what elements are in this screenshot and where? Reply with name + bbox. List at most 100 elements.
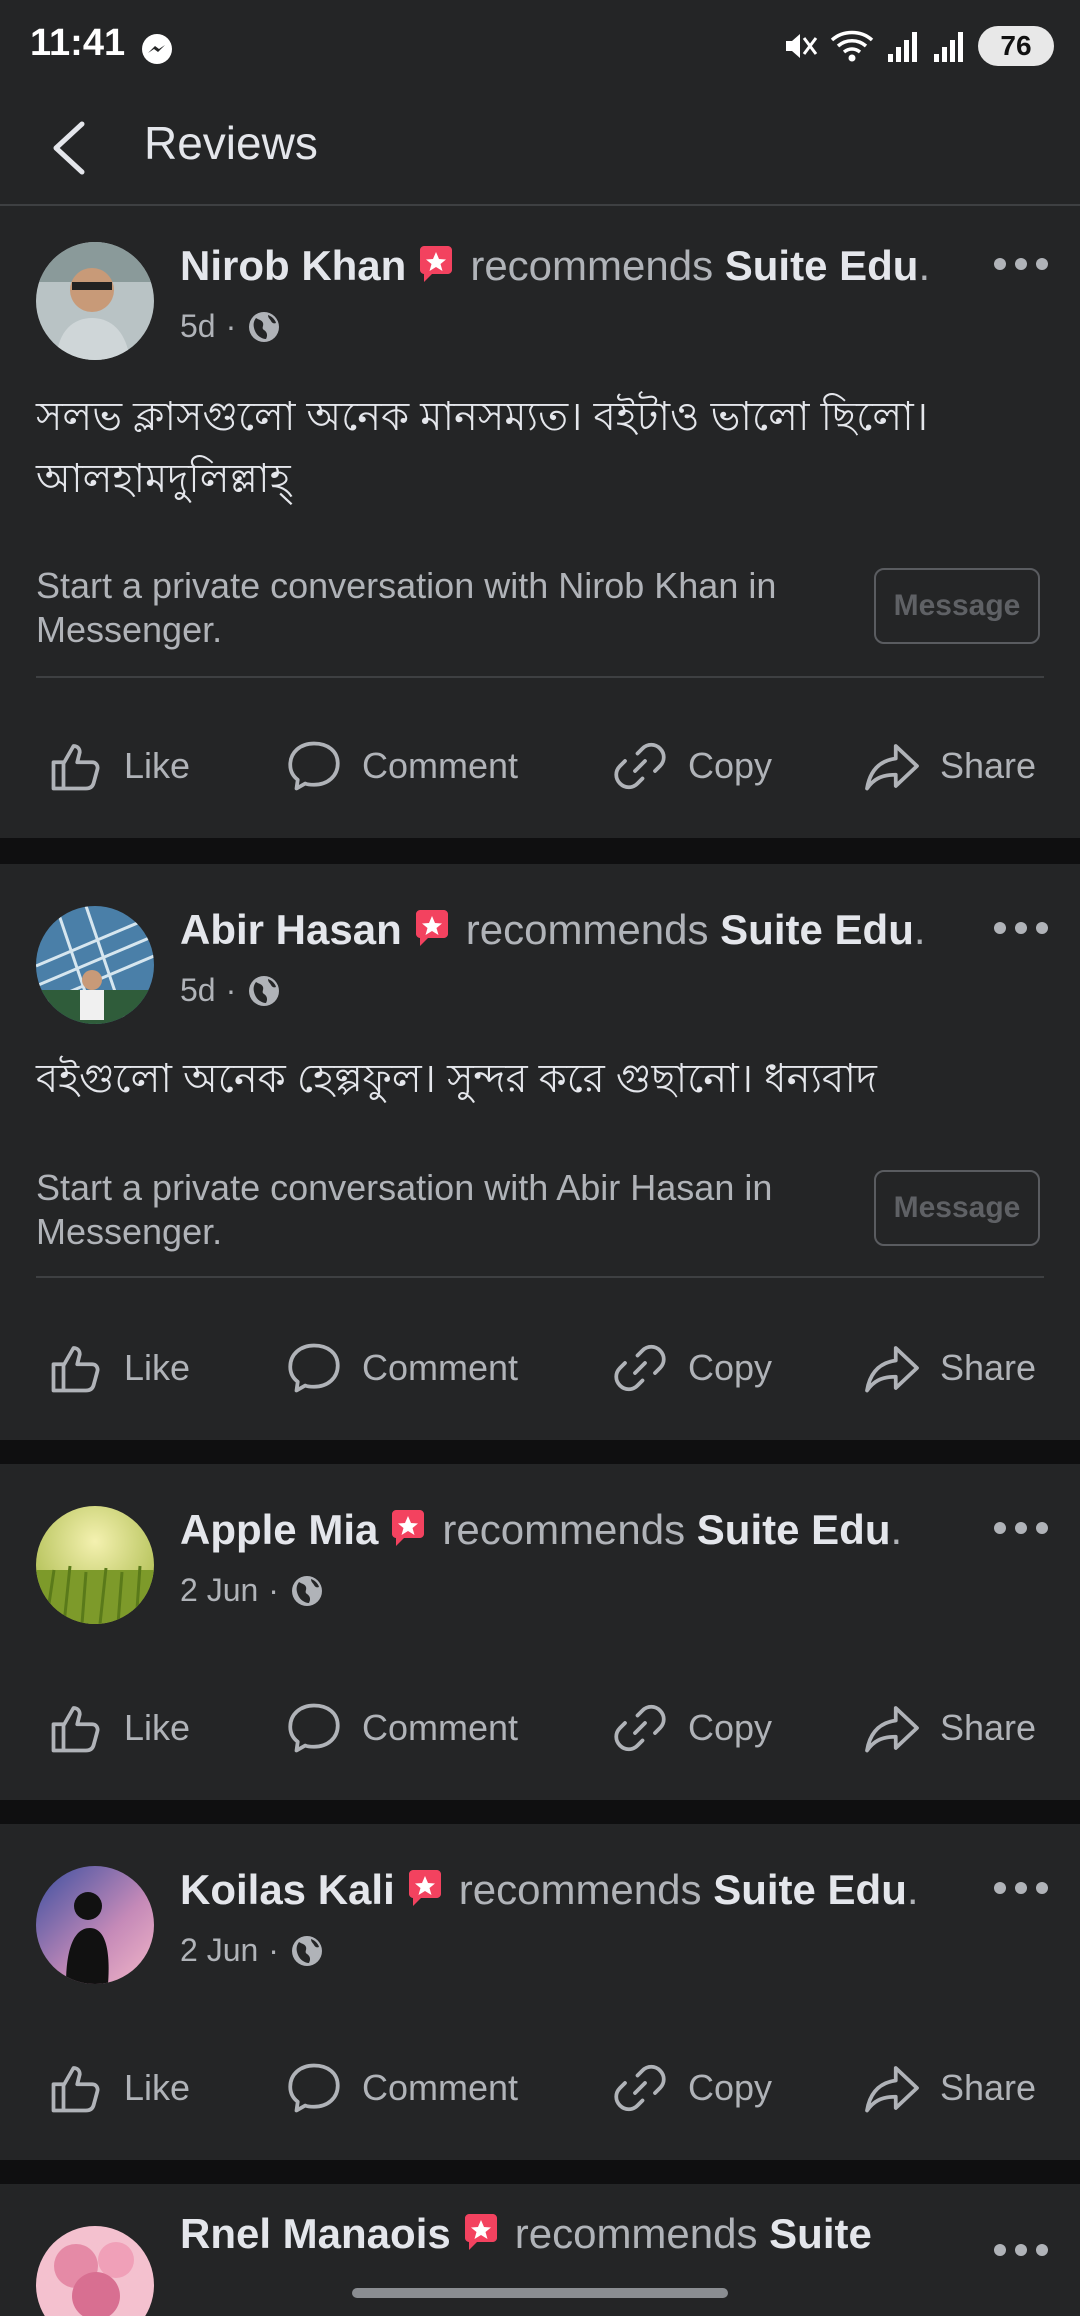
- share-label: Share: [940, 745, 1037, 786]
- page-title: Reviews: [144, 117, 318, 169]
- recommend-icon: [412, 908, 452, 948]
- reviewer-name[interactable]: Nirob Khan: [180, 242, 406, 289]
- more-options-icon[interactable]: [992, 918, 1050, 938]
- avatar[interactable]: [36, 2226, 154, 2316]
- globe-icon: [246, 309, 282, 345]
- battery-indicator: 76: [978, 26, 1054, 66]
- mute-icon: [786, 34, 818, 58]
- signal-2-icon: [934, 32, 963, 62]
- review-meta: 5d ·: [180, 308, 282, 345]
- share-button[interactable]: Share: [862, 726, 1036, 806]
- recommend-icon: [416, 244, 456, 284]
- share-label: Share: [940, 2067, 1037, 2108]
- share-icon: [862, 1698, 922, 1758]
- more-options-icon[interactable]: [992, 1518, 1050, 1538]
- recommend-icon: [388, 1508, 428, 1548]
- like-button[interactable]: Like: [46, 2048, 190, 2128]
- avatar[interactable]: [36, 242, 154, 360]
- message-button[interactable]: Message: [874, 1170, 1040, 1246]
- copy-button[interactable]: Copy: [610, 1328, 772, 1408]
- reviewer-name[interactable]: Koilas Kali: [180, 1866, 395, 1913]
- more-options-icon[interactable]: [992, 2240, 1050, 2260]
- review-time[interactable]: 5d: [180, 308, 216, 345]
- page-name[interactable]: Suite Edu: [713, 1866, 907, 1913]
- globe-icon: [246, 973, 282, 1009]
- avatar[interactable]: [36, 1506, 154, 1624]
- like-label: Like: [124, 1707, 191, 1748]
- copy-button[interactable]: Copy: [610, 1688, 772, 1768]
- action-bar: Like Comment Copy Share: [0, 726, 1080, 806]
- comment-button[interactable]: Comment: [284, 1328, 518, 1408]
- review-header: Apple Mia recommends Suite Edu.: [180, 1506, 903, 1553]
- action-bar: Like Comment Copy Share: [0, 1688, 1080, 1768]
- divider: [36, 676, 1044, 678]
- like-icon: [46, 1698, 106, 1758]
- copy-label: Copy: [688, 1707, 773, 1748]
- copy-button[interactable]: Copy: [610, 2048, 772, 2128]
- review-time[interactable]: 2 Jun: [180, 1572, 258, 1609]
- action-bar: Like Comment Copy Share: [0, 2048, 1080, 2128]
- messenger-icon: [142, 34, 172, 64]
- link-icon: [610, 1338, 670, 1398]
- globe-icon: [289, 1933, 325, 1969]
- app-bar: Reviews: [0, 96, 1080, 206]
- reviewer-name[interactable]: Rnel Manaois: [180, 2210, 451, 2257]
- comment-button[interactable]: Comment: [284, 726, 518, 806]
- avatar[interactable]: [36, 1866, 154, 1984]
- review-card: Abir Hasan recommends Suite Edu. 5d · বইগু…: [0, 864, 1080, 1440]
- comment-icon: [284, 736, 344, 796]
- like-button[interactable]: Like: [46, 1328, 190, 1408]
- comment-button[interactable]: Comment: [284, 2048, 518, 2128]
- share-label: Share: [940, 1707, 1037, 1748]
- review-time[interactable]: 5d: [180, 972, 216, 1009]
- review-header: Nirob Khan recommends Suite Edu.: [180, 242, 931, 289]
- like-label: Like: [124, 745, 191, 786]
- private-conversation-note: Start a private conversation with Nirob …: [36, 565, 777, 650]
- review-time[interactable]: 2 Jun: [180, 1932, 258, 1969]
- like-icon: [46, 2058, 106, 2118]
- wifi-icon: [830, 30, 874, 62]
- comment-icon: [284, 1338, 344, 1398]
- review-text: সলভ ক্লাসগুলো অনেক মানসম্যত। বইটাও ভালো …: [36, 395, 929, 501]
- page-name[interactable]: Suite Edu: [697, 1506, 891, 1553]
- avatar[interactable]: [36, 906, 154, 1024]
- home-indicator[interactable]: [352, 2288, 728, 2298]
- review-header: Rnel Manaois recommends Suite: [180, 2210, 872, 2258]
- recommends-label: recommends: [470, 242, 714, 289]
- recommend-icon: [405, 1868, 445, 1908]
- message-button[interactable]: Message: [874, 568, 1040, 644]
- recommends-label: recommends: [465, 906, 709, 953]
- copy-button[interactable]: Copy: [610, 726, 772, 806]
- comment-button[interactable]: Comment: [284, 1688, 518, 1768]
- share-button[interactable]: Share: [862, 2048, 1036, 2128]
- comment-label: Comment: [362, 1707, 519, 1748]
- recommends-label: recommends: [514, 2210, 758, 2257]
- copy-label: Copy: [688, 745, 773, 786]
- reviewer-name[interactable]: Apple Mia: [180, 1506, 378, 1553]
- like-button[interactable]: Like: [46, 1688, 190, 1768]
- status-time: 11:41: [30, 22, 126, 64]
- more-options-icon[interactable]: [992, 254, 1050, 274]
- status-bar: 11:41 76: [0, 0, 1080, 96]
- comment-label: Comment: [362, 745, 519, 786]
- copy-label: Copy: [688, 2067, 773, 2108]
- comment-label: Comment: [362, 2067, 519, 2108]
- recommend-icon: [461, 2212, 501, 2252]
- page-name[interactable]: Suite Edu: [720, 906, 914, 953]
- share-label: Share: [940, 1347, 1037, 1388]
- private-conversation-note: Start a private conversation with Abir H…: [36, 1167, 773, 1252]
- like-button[interactable]: Like: [46, 726, 190, 806]
- page-name[interactable]: Suite: [769, 2210, 872, 2257]
- like-icon: [46, 736, 106, 796]
- comment-label: Comment: [362, 1347, 519, 1388]
- page-name[interactable]: Suite Edu: [725, 242, 919, 289]
- more-options-icon[interactable]: [992, 1878, 1050, 1898]
- reviewer-name[interactable]: Abir Hasan: [180, 906, 402, 953]
- back-arrow-icon[interactable]: [46, 116, 94, 180]
- comment-icon: [284, 1698, 344, 1758]
- review-header: Abir Hasan recommends Suite Edu.: [180, 906, 926, 953]
- divider: [36, 1276, 1044, 1278]
- like-label: Like: [124, 1347, 191, 1388]
- share-button[interactable]: Share: [862, 1328, 1036, 1408]
- share-button[interactable]: Share: [862, 1688, 1036, 1768]
